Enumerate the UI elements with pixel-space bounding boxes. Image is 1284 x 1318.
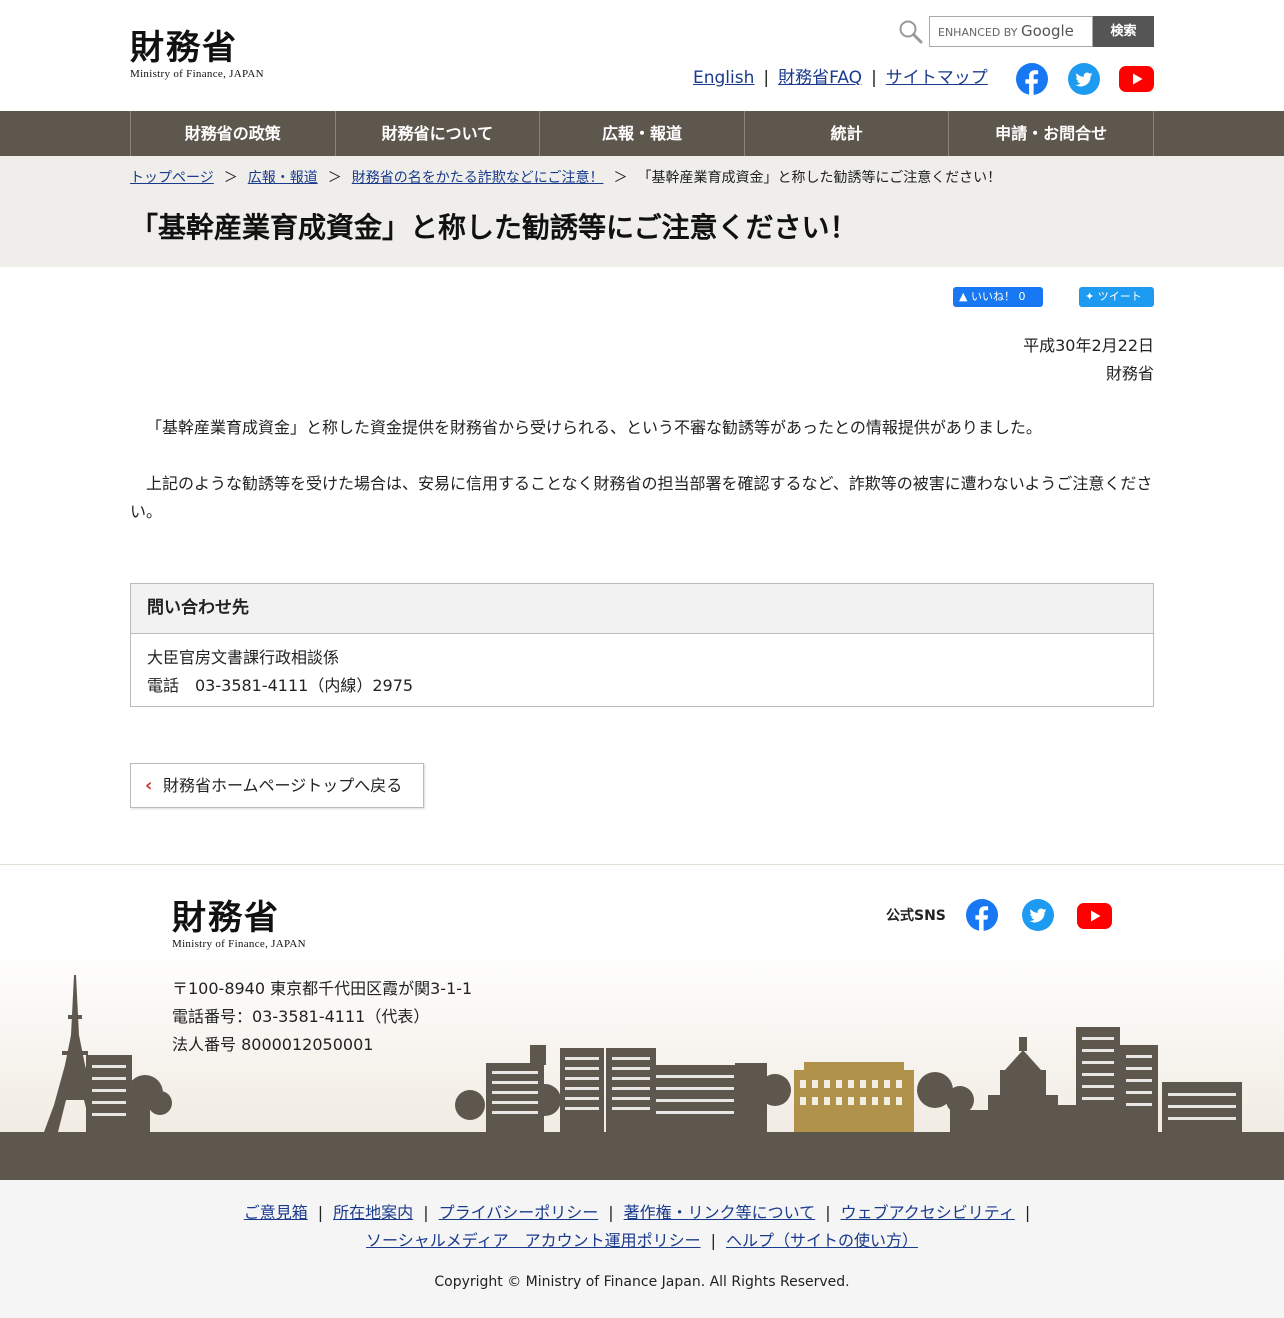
footer-link-privacy[interactable]: プライバシーポリシー — [439, 1203, 599, 1222]
release-info: 平成30年2月22日 財務省 — [1023, 332, 1154, 388]
chevron-left-icon: ‹ — [145, 775, 153, 796]
breadcrumb-separator: ＞ — [223, 170, 238, 186]
facebook-icon[interactable] — [1016, 63, 1048, 95]
header-links: English | 財務省FAQ | サイトマップ — [693, 67, 988, 89]
contact-phone: 電話 03-3581-4111（内線）2975 — [147, 676, 414, 695]
contact-heading: 問い合わせ先 — [131, 584, 1153, 634]
body-paragraph-1: 「基幹産業育成資金」と称した資金提供を財務省から受けられる、という不審な勧誘等が… — [146, 418, 1042, 437]
sitemap-link[interactable]: サイトマップ — [886, 68, 988, 88]
link-separator: | — [825, 1203, 831, 1222]
nav-item-press[interactable]: 広報・報道 — [540, 111, 745, 156]
youtube-icon[interactable] — [1077, 903, 1112, 929]
footer-link-location[interactable]: 所在地案内 — [333, 1203, 413, 1222]
twitter-icon[interactable] — [1068, 63, 1100, 95]
global-nav: 財務省の政策 財務省について 広報・報道 統計 申請・お問合せ — [0, 111, 1284, 156]
faq-link[interactable]: 財務省FAQ — [778, 68, 862, 88]
contact-box: 問い合わせ先 大臣官房文書課行政相談係 電話 03-3581-4111（内線）2… — [130, 583, 1154, 707]
title-band: トップページ ＞ 広報・報道 ＞ 財務省の名をかたる詐欺などにご注意！ ＞ 「基幹産業育成資… — [0, 156, 1284, 267]
link-separator: | — [423, 1203, 429, 1222]
footer-logo-kanji: 財務省 — [172, 898, 280, 938]
search-input[interactable]: ENHANCED BY Google — [929, 16, 1093, 47]
search-area: ENHANCED BY Google 検索 — [898, 16, 1154, 47]
english-link[interactable]: English — [693, 68, 754, 88]
breadcrumb-current: 「基幹産業育成資金」と称した勧誘等にご注意ください！ — [637, 170, 1002, 186]
like-icon: ▲ — [959, 290, 968, 303]
link-separator: | — [763, 68, 770, 88]
copyright: Copyright © Ministry of Finance Japan. A… — [434, 1274, 850, 1290]
like-label: いいね！ 0 — [970, 290, 1026, 303]
logo-kanji: 財務省 — [130, 28, 238, 68]
footer-link-opinion-box[interactable]: ご意見箱 — [244, 1203, 308, 1222]
sns-label: 公式SNS — [886, 908, 946, 924]
footer-link-help[interactable]: ヘルプ（サイトの使い方） — [726, 1231, 918, 1250]
footer-link-social-media-policy[interactable]: ソーシャルメディア アカウント運用ポリシー — [366, 1231, 701, 1250]
tweet-label: ツイート — [1097, 290, 1142, 303]
youtube-icon[interactable] — [1119, 66, 1154, 92]
breadcrumb-separator: ＞ — [327, 170, 342, 186]
back-button-label: 財務省ホームページトップへ戻る — [163, 776, 403, 795]
nav-item-applications[interactable]: 申請・お問合せ — [949, 111, 1154, 156]
footer-links-row-1: ご意見箱 | 所在地案内 | プライバシーポリシー | 著作権・リンク等について | ウェブアク… — [0, 1199, 1284, 1227]
footer-address-block: 〒100-8940 東京都千代田区霞が関3-1-1 電話番号：03-3581-4… — [172, 975, 472, 1059]
nav-item-about[interactable]: 財務省について — [336, 111, 541, 156]
breadcrumb: トップページ ＞ 広報・報道 ＞ 財務省の名をかたる詐欺などにご注意！ ＞ 「基幹産業育成資… — [130, 168, 1001, 188]
logo-english: Ministry of Finance, JAPAN — [130, 68, 264, 80]
site-logo[interactable]: 財務省 Ministry of Finance, JAPAN — [130, 30, 264, 80]
tweet-button[interactable]: ✦ ツイート — [1079, 287, 1154, 307]
back-to-top-button[interactable]: ‹ 財務省ホームページトップへ戻る — [130, 763, 424, 808]
page-title: 「基幹産業育成資金」と称した勧誘等にご注意ください！ — [130, 211, 858, 244]
link-separator: | — [1024, 1203, 1031, 1222]
footer-logo-english: Ministry of Finance, JAPAN — [172, 938, 306, 950]
link-separator: | — [871, 68, 877, 88]
release-date: 平成30年2月22日 — [1023, 336, 1154, 355]
link-separator: | — [317, 1203, 324, 1222]
link-separator: | — [608, 1203, 614, 1222]
footer-ground-band — [0, 1132, 1284, 1180]
search-icon — [899, 20, 923, 44]
footer-logo[interactable]: 財務省 Ministry of Finance, JAPAN — [172, 900, 306, 950]
release-issuer: 財務省 — [1105, 364, 1154, 383]
footer-corporate-number: 法人番号 8000012050001 — [172, 1035, 374, 1054]
nav-item-statistics[interactable]: 統計 — [745, 111, 950, 156]
nav-item-policy[interactable]: 財務省の政策 — [131, 111, 336, 156]
footer-links-row-2: ソーシャルメディア アカウント運用ポリシー | ヘルプ（サイトの使い方） — [0, 1227, 1284, 1255]
breadcrumb-fraud[interactable]: 財務省の名をかたる詐欺などにご注意！ — [352, 170, 604, 186]
breadcrumb-separator: ＞ — [613, 170, 628, 186]
footer-link-accessibility[interactable]: ウェブアクセシビリティ — [841, 1203, 1015, 1222]
body-paragraph-2: 上記のような勧誘等を受けた場合は、安易に信用することなく財務省の担当部署を確認す… — [130, 474, 1153, 521]
site-header: 財務省 Ministry of Finance, JAPAN ENHANCED … — [0, 0, 1284, 111]
contact-department: 大臣官房文書課行政相談係 — [147, 648, 340, 667]
footer-link-copyright[interactable]: 著作権・リンク等について — [624, 1203, 816, 1222]
search-button[interactable]: 検索 — [1093, 16, 1154, 47]
facebook-icon[interactable] — [966, 899, 998, 931]
breadcrumb-press[interactable]: 広報・報道 — [248, 170, 318, 186]
twitter-bird-icon: ✦ — [1085, 290, 1095, 303]
search-placeholder-prefix: ENHANCED BY — [938, 26, 1018, 39]
footer-address: 〒100-8940 東京都千代田区霞が関3-1-1 — [172, 979, 473, 998]
link-separator: | — [710, 1231, 716, 1250]
breadcrumb-top[interactable]: トップページ — [130, 170, 214, 186]
search-placeholder-brand: Google — [1020, 22, 1074, 40]
twitter-icon[interactable] — [1022, 899, 1054, 931]
footer-phone: 電話番号：03-3581-4111（代表） — [172, 1007, 430, 1026]
facebook-like-button[interactable]: ▲ いいね！ 0 — [953, 287, 1043, 307]
footer-links-area: ご意見箱 | 所在地案内 | プライバシーポリシー | 著作権・リンク等について | ウェブアク… — [0, 1180, 1284, 1318]
